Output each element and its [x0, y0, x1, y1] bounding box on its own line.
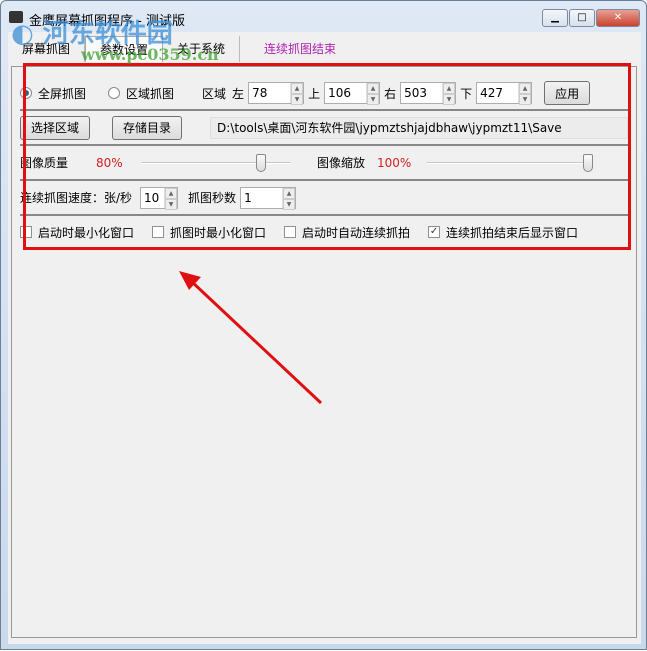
red-arrow-icon	[179, 271, 323, 405]
watermark-url: www.pc0359.cn	[81, 45, 219, 64]
app-window: 金鹰屏幕抓图程序 - 测试版 ▁ □ ✕ 屏幕抓图 参数设置 关于系统 连续抓图…	[0, 0, 647, 650]
